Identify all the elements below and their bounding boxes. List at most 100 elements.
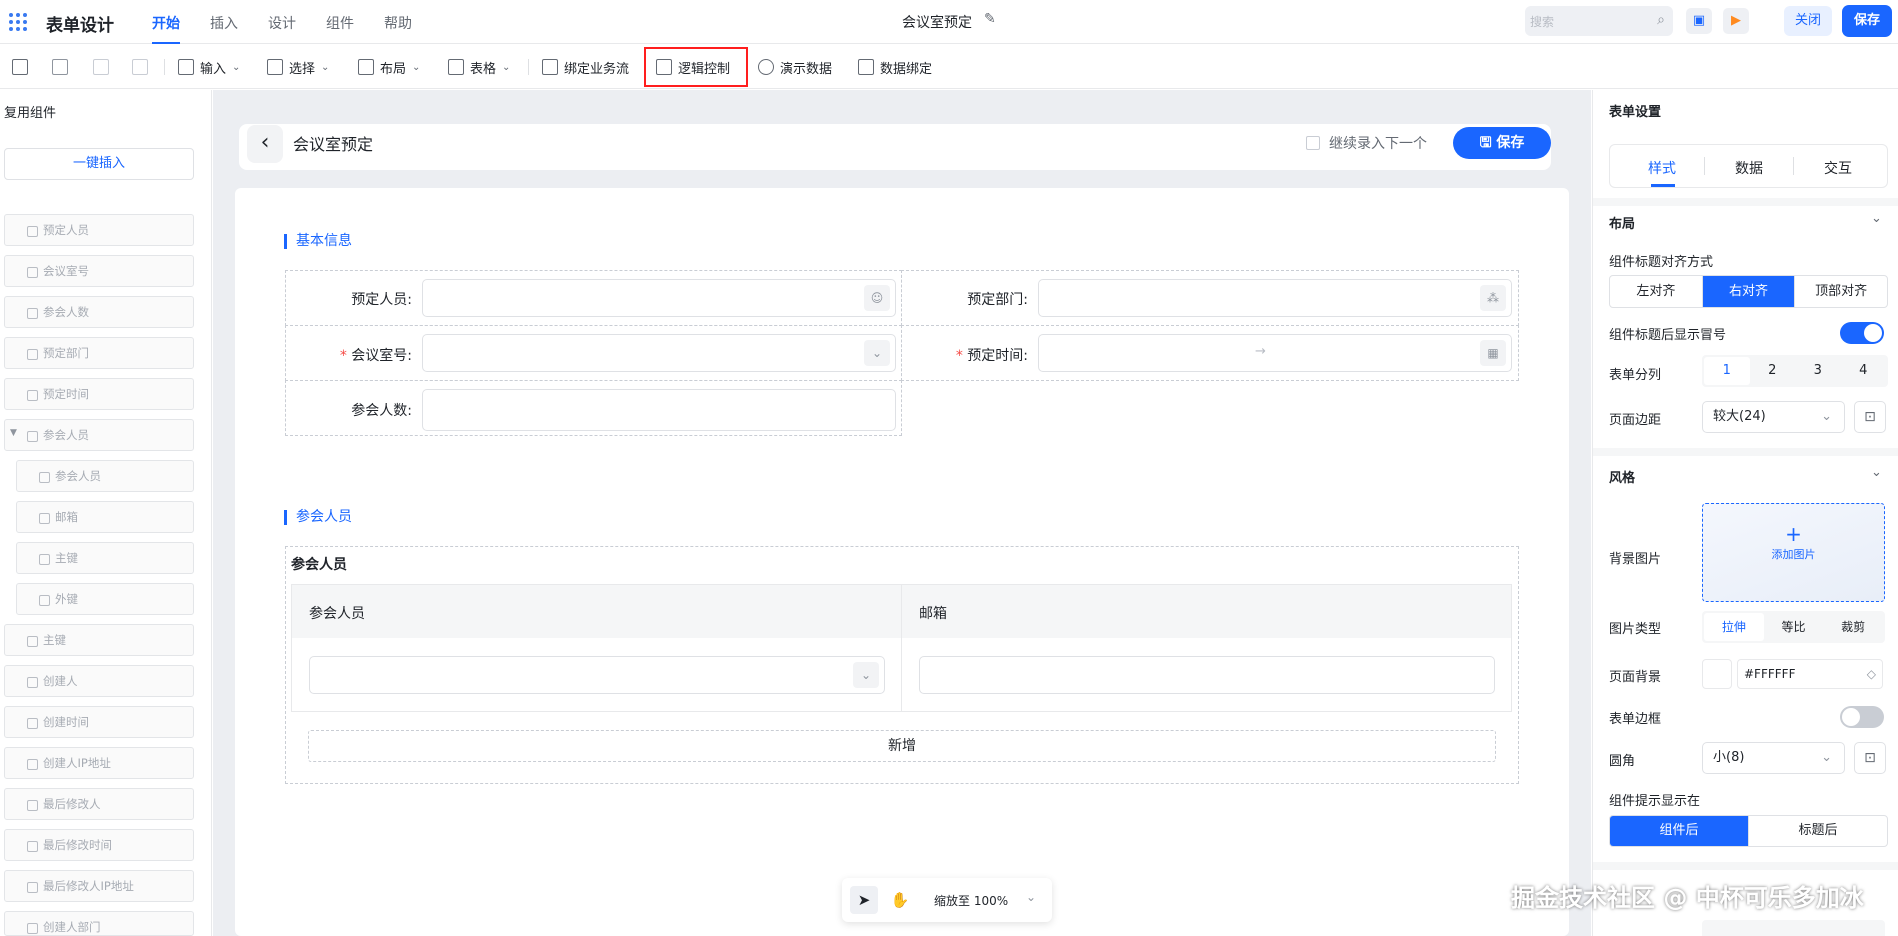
hint-label: 组件提示显示在 xyxy=(1609,794,1701,809)
select-dropdown[interactable]: 选择 ⌄ xyxy=(267,57,329,77)
border-toggle[interactable] xyxy=(1840,706,1884,728)
add-row-button[interactable]: 新增 xyxy=(308,730,1496,762)
bind-flow-button[interactable]: 绑定业务流 xyxy=(542,57,629,77)
org-tree-icon: ⁂ xyxy=(1480,285,1506,311)
chevron-down-icon: ⌄ xyxy=(412,61,421,73)
close-button[interactable]: 关闭 xyxy=(1784,6,1832,36)
room-select[interactable]: ⌄ xyxy=(422,334,896,372)
component-item[interactable]: 创建人部门 xyxy=(4,911,194,936)
component-item[interactable]: 预定时间 xyxy=(4,378,194,410)
hand-icon[interactable]: ✋ xyxy=(886,886,914,914)
component-item[interactable]: 参会人员 xyxy=(16,460,194,492)
margin-select[interactable]: 较大(24) ⌄ xyxy=(1702,401,1845,433)
image-type-ratio[interactable]: 等比 xyxy=(1764,613,1824,641)
align-right-option[interactable]: 右对齐 xyxy=(1702,276,1796,307)
columns-option-3[interactable]: 3 xyxy=(1795,357,1841,385)
columns-option-2[interactable]: 2 xyxy=(1750,357,1796,385)
color-swatch[interactable] xyxy=(1702,659,1732,689)
hint-after-component[interactable]: 组件后 xyxy=(1610,816,1749,846)
top-save-button[interactable]: 保存 xyxy=(1842,5,1892,37)
component-item[interactable]: 创建人IP地址 xyxy=(4,747,194,779)
caret-down-icon[interactable]: ▼ xyxy=(10,428,17,438)
chevron-down-icon[interactable]: ⌄ xyxy=(1026,890,1036,904)
component-item[interactable]: 主键 xyxy=(4,624,194,656)
component-label: 创建人 xyxy=(43,674,78,688)
component-item[interactable]: 最后修改人 xyxy=(4,788,194,820)
component-item[interactable]: 参会人数 xyxy=(4,296,194,328)
component-label: 预定人员 xyxy=(43,223,89,237)
component-group[interactable]: 参会人员 xyxy=(4,419,194,451)
delete-icon[interactable] xyxy=(52,57,68,77)
colon-toggle[interactable] xyxy=(1840,322,1884,344)
align-left-option[interactable]: 左对齐 xyxy=(1610,276,1703,307)
flow-icon xyxy=(542,59,558,75)
component-item[interactable]: 最后修改时间 xyxy=(4,829,194,861)
attendee-select[interactable]: ⌄ xyxy=(309,656,885,694)
page-bg-input[interactable]: #FFFFFF ◇ xyxy=(1737,659,1883,689)
tab-interaction[interactable]: 交互 xyxy=(1824,158,1852,178)
menu-start[interactable]: 开始 xyxy=(152,13,180,44)
table-dropdown[interactable]: 表格 ⌄ xyxy=(448,57,510,77)
continue-checkbox[interactable] xyxy=(1306,136,1320,150)
email-input[interactable] xyxy=(919,656,1495,694)
margin-label: 页面边距 xyxy=(1609,413,1662,428)
clear-icon[interactable] xyxy=(132,57,148,77)
run-icon[interactable]: ▶ xyxy=(1723,8,1749,34)
booker-input[interactable]: ☺ xyxy=(422,279,896,317)
copy-icon[interactable] xyxy=(12,57,28,77)
time-label: * 预定时间: xyxy=(916,345,1028,365)
hint-after-title[interactable]: 标题后 xyxy=(1749,816,1887,846)
dept-input[interactable]: ⁂ xyxy=(1038,279,1512,317)
component-item[interactable]: 预定部门 xyxy=(4,337,194,369)
pointer-icon[interactable]: ➤ xyxy=(850,886,878,914)
back-button[interactable]: ‹ xyxy=(247,125,283,163)
color-picker-icon: ◇ xyxy=(1866,667,1876,681)
chevron-down-icon[interactable]: ⌄ xyxy=(1871,465,1882,480)
one-click-insert-button[interactable]: 一键插入 xyxy=(4,148,194,180)
room-label: * 会议室号: xyxy=(300,345,412,365)
app-grid-icon[interactable] xyxy=(8,12,28,32)
component-item[interactable]: 创建人 xyxy=(4,665,194,697)
count-input[interactable] xyxy=(422,389,896,431)
edit-title-icon[interactable]: ✎ xyxy=(984,11,996,27)
component-item[interactable]: 外键 xyxy=(16,583,194,615)
component-item[interactable]: 预定人员 xyxy=(4,214,194,246)
preview-icon[interactable]: ▣ xyxy=(1686,8,1712,34)
tab-data[interactable]: 数据 xyxy=(1735,158,1763,178)
search-input[interactable]: 搜索 ⌕ xyxy=(1525,6,1673,36)
menu-help[interactable]: 帮助 xyxy=(384,13,412,33)
input-dropdown[interactable]: 输入 ⌄ xyxy=(178,57,240,77)
component-item[interactable]: 最后修改人IP地址 xyxy=(4,870,194,902)
plus-icon: + xyxy=(1785,522,1802,546)
demo-data-button[interactable]: 演示数据 xyxy=(758,57,832,77)
chevron-down-icon: ⌄ xyxy=(1821,409,1832,424)
data-bind-button[interactable]: 数据绑定 xyxy=(858,57,932,77)
input-label: 输入 xyxy=(200,61,227,77)
time-range-picker[interactable]: → ▦ xyxy=(1038,334,1512,372)
form-save-button[interactable]: 🖫 保存 xyxy=(1453,127,1551,159)
radius-custom-icon[interactable]: ⊡ xyxy=(1854,742,1886,774)
margin-custom-icon[interactable]: ⊡ xyxy=(1854,401,1886,433)
section-gap xyxy=(1593,448,1898,456)
image-type-stretch[interactable]: 拉伸 xyxy=(1704,613,1764,641)
demo-data-label: 演示数据 xyxy=(780,61,833,77)
zoom-label[interactable]: 缩放至 100% xyxy=(934,892,1008,909)
add-image-dropzone[interactable]: + 添加图片 xyxy=(1702,503,1885,602)
menu-insert[interactable]: 插入 xyxy=(210,13,238,33)
component-item[interactable]: 会议室号 xyxy=(4,255,194,287)
align-top-option[interactable]: 顶部对齐 xyxy=(1795,276,1887,307)
columns-option-1[interactable]: 1 xyxy=(1704,357,1750,385)
columns-option-4[interactable]: 4 xyxy=(1841,357,1887,385)
col-divider xyxy=(901,585,902,711)
menu-design[interactable]: 设计 xyxy=(268,13,296,33)
menu-component[interactable]: 组件 xyxy=(326,13,354,33)
component-item[interactable]: 创建时间 xyxy=(4,706,194,738)
eraser-icon[interactable] xyxy=(93,57,109,77)
tab-style[interactable]: 样式 xyxy=(1648,158,1676,178)
component-item[interactable]: 主键 xyxy=(16,542,194,574)
radius-select[interactable]: 小(8) ⌄ xyxy=(1702,742,1845,774)
component-item[interactable]: 邮箱 xyxy=(16,501,194,533)
image-type-crop[interactable]: 裁剪 xyxy=(1823,613,1883,641)
chevron-down-icon[interactable]: ⌄ xyxy=(1871,211,1882,226)
layout-dropdown[interactable]: 布局 ⌄ xyxy=(358,57,420,77)
